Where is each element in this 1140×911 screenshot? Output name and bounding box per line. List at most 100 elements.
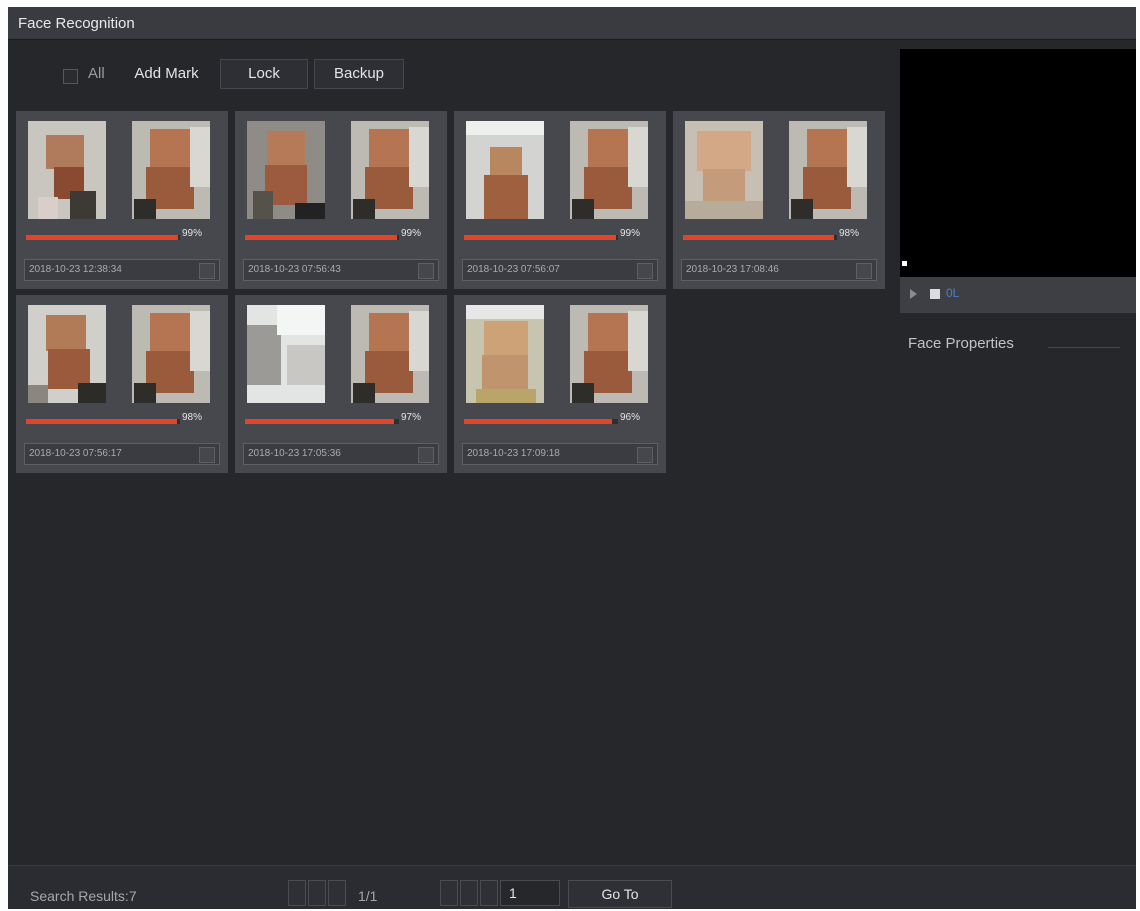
video-preview[interactable] xyxy=(900,49,1136,277)
result-card[interactable]: 97% 2018-10-23 17:05:36 xyxy=(235,295,447,473)
last-page-button[interactable] xyxy=(460,880,478,906)
pixel-block xyxy=(253,191,273,219)
snapshot-thumbnail[interactable] xyxy=(28,305,106,403)
pixel-block xyxy=(353,199,375,219)
select-all-label: All xyxy=(88,65,105,82)
pixel-block xyxy=(247,325,281,385)
select-checkbox[interactable] xyxy=(418,263,434,279)
similarity-percent: 96% xyxy=(620,412,641,423)
page-number-input[interactable] xyxy=(500,880,560,906)
pixel-block xyxy=(572,199,594,219)
result-card[interactable]: 99% 2018-10-23 12:38:34 xyxy=(16,111,228,289)
result-card[interactable]: 99% 2018-10-23 07:56:07 xyxy=(454,111,666,289)
similarity-bar xyxy=(26,235,180,240)
select-all-checkbox[interactable] xyxy=(63,69,78,84)
select-checkbox[interactable] xyxy=(637,447,653,463)
pixel-block xyxy=(482,355,528,389)
select-checkbox[interactable] xyxy=(199,447,215,463)
pixel-block xyxy=(134,383,156,403)
playback-status-text: 0L xyxy=(946,286,960,300)
pixel-block xyxy=(791,199,813,219)
go-to-button[interactable]: Go To xyxy=(568,880,672,908)
pixel-block xyxy=(628,127,648,187)
pixel-block xyxy=(28,385,48,403)
pixel-block xyxy=(490,147,522,177)
lock-button[interactable]: Lock xyxy=(220,59,308,89)
similarity-bar xyxy=(683,235,837,240)
pixel-block xyxy=(628,311,648,371)
face-recognition-window: Face Recognition All Add Mark Lock Backu… xyxy=(8,7,1136,909)
snapshot-thumbnail[interactable] xyxy=(685,121,763,219)
pixel-block xyxy=(466,121,544,135)
snapshot-thumbnail[interactable] xyxy=(466,121,544,219)
snapshot-thumbnail[interactable] xyxy=(28,121,106,219)
select-checkbox[interactable] xyxy=(199,263,215,279)
similarity-bar xyxy=(464,419,618,424)
select-checkbox[interactable] xyxy=(856,263,872,279)
timestamp-field: 2018-10-23 12:38:34 xyxy=(24,259,220,281)
pixel-block xyxy=(277,305,325,335)
similarity-percent: 99% xyxy=(182,228,203,239)
result-card[interactable]: 98% 2018-10-23 17:08:46 xyxy=(673,111,885,289)
pixel-block xyxy=(484,175,528,219)
timestamp-field: 2018-10-23 07:56:43 xyxy=(243,259,439,281)
page-indicator: 1/1 xyxy=(358,888,378,904)
similarity-bar-fill xyxy=(464,235,617,240)
pixel-block xyxy=(847,127,867,187)
similarity-bar xyxy=(245,419,399,424)
pixel-block xyxy=(807,129,847,169)
result-card[interactable]: 98% 2018-10-23 07:56:17 xyxy=(16,295,228,473)
last-page-button-alt[interactable] xyxy=(480,880,498,906)
pixel-block xyxy=(697,131,751,171)
timestamp-text: 2018-10-23 12:38:34 xyxy=(29,264,122,275)
pixel-block xyxy=(267,131,305,167)
snapshot-thumbnail[interactable] xyxy=(247,121,325,219)
play-icon[interactable] xyxy=(910,289,917,299)
timestamp-text: 2018-10-23 07:56:07 xyxy=(467,264,560,275)
add-mark-button[interactable]: Add Mark xyxy=(120,59,213,89)
match-thumbnail[interactable] xyxy=(351,305,429,403)
match-thumbnail[interactable] xyxy=(789,121,867,219)
pixel-block xyxy=(409,127,429,187)
backup-button[interactable]: Backup xyxy=(314,59,404,89)
similarity-bar-fill xyxy=(26,235,179,240)
timestamp-field: 2018-10-23 17:09:18 xyxy=(462,443,658,465)
similarity-bar xyxy=(26,419,180,424)
face-properties-divider xyxy=(1048,347,1120,348)
snapshot-thumbnail[interactable] xyxy=(466,305,544,403)
pixel-block xyxy=(134,199,156,219)
prev-page-button[interactable] xyxy=(308,880,326,906)
pixel-block xyxy=(150,129,190,169)
similarity-percent: 98% xyxy=(182,412,203,423)
result-card[interactable]: 96% 2018-10-23 17:09:18 xyxy=(454,295,666,473)
similarity-percent: 99% xyxy=(401,228,422,239)
similarity-bar-fill xyxy=(683,235,834,240)
pixel-block xyxy=(353,383,375,403)
similarity-bar-fill xyxy=(245,419,395,424)
match-thumbnail[interactable] xyxy=(351,121,429,219)
match-thumbnail[interactable] xyxy=(570,305,648,403)
match-thumbnail[interactable] xyxy=(132,121,210,219)
prev-page-button-alt[interactable] xyxy=(328,880,346,906)
stop-icon[interactable] xyxy=(930,289,940,299)
pixel-block xyxy=(190,127,210,187)
pixel-block xyxy=(476,389,536,403)
result-card[interactable]: 99% 2018-10-23 07:56:43 xyxy=(235,111,447,289)
first-page-button[interactable] xyxy=(288,880,306,906)
select-checkbox[interactable] xyxy=(418,447,434,463)
snapshot-thumbnail[interactable] xyxy=(247,305,325,403)
window-title: Face Recognition xyxy=(18,15,135,32)
pixel-block xyxy=(46,315,86,351)
match-thumbnail[interactable] xyxy=(570,121,648,219)
pixel-block xyxy=(38,197,58,219)
search-results-count: Search Results:7 xyxy=(30,888,137,904)
pixel-block xyxy=(685,201,763,219)
next-page-button[interactable] xyxy=(440,880,458,906)
pixel-block xyxy=(466,305,544,319)
similarity-bar xyxy=(245,235,399,240)
face-properties-title: Face Properties xyxy=(908,335,1014,352)
select-checkbox[interactable] xyxy=(637,263,653,279)
timestamp-text: 2018-10-23 17:09:18 xyxy=(467,448,560,459)
pixel-block xyxy=(588,129,628,169)
match-thumbnail[interactable] xyxy=(132,305,210,403)
